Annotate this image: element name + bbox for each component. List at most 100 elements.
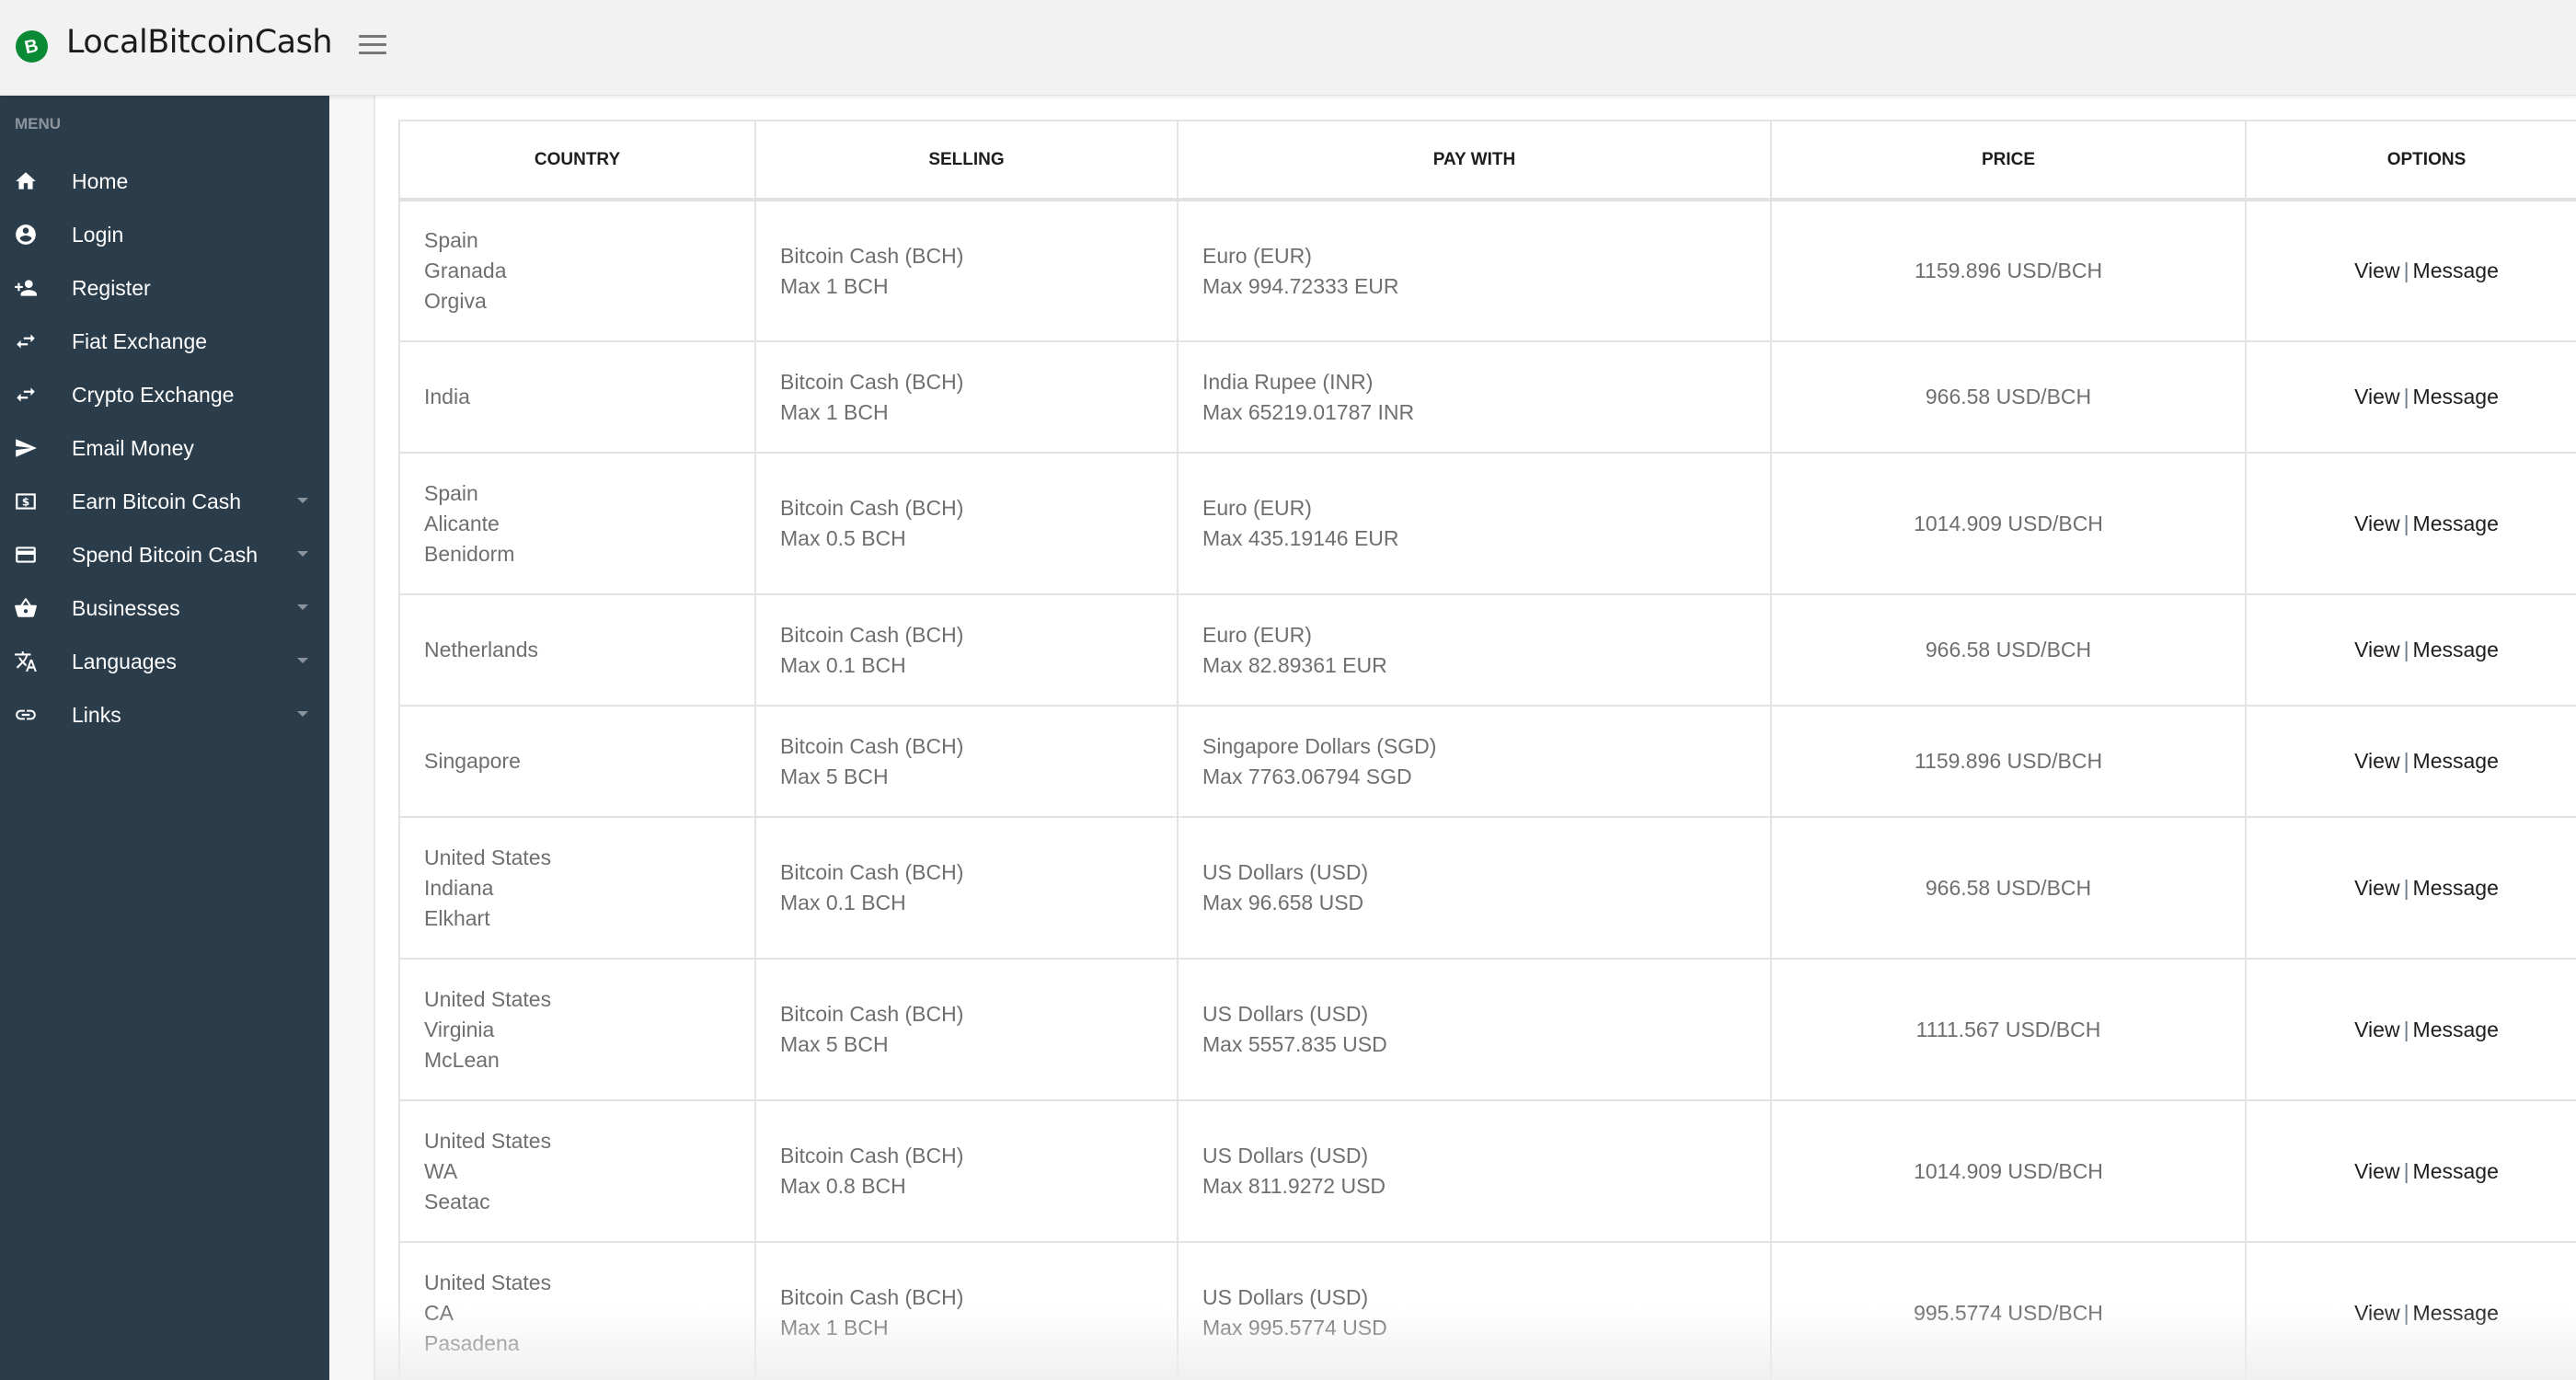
- column-header-country[interactable]: COUNTRY: [398, 120, 756, 201]
- link-separator: |: [2403, 259, 2409, 282]
- pay-with-cell: US Dollars (USD) Max 995.5774 USD: [1177, 1241, 1772, 1380]
- money-icon: $: [13, 489, 39, 513]
- country-cell-line: Pasadena: [424, 1330, 520, 1355]
- pay-with-cell-line: US Dollars (USD): [1202, 1144, 1369, 1167]
- sidebar-item-earn-bitcoin-cash[interactable]: $ Earn Bitcoin Cash: [0, 478, 329, 524]
- selling-cell-line: Bitcoin Cash (BCH): [780, 1285, 964, 1309]
- pay-with-cell: Euro (EUR) Max 435.19146 EUR: [1177, 452, 1772, 595]
- sidebar-item-email-money[interactable]: Email Money: [0, 425, 329, 471]
- country-cell: Netherlands: [398, 593, 756, 707]
- options-cell: View | Message: [2245, 1241, 2576, 1380]
- translate-icon: [13, 650, 39, 673]
- price-cell: 1159.896 USD/BCH: [1770, 705, 2247, 818]
- country-cell: United States WA Seatac: [398, 1099, 756, 1243]
- selling-cell-line: Max 1 BCH: [780, 1316, 889, 1340]
- sidebar-item-fiat-exchange[interactable]: Fiat Exchange: [0, 318, 329, 364]
- hamburger-menu-icon[interactable]: [359, 35, 386, 57]
- selling-cell: Bitcoin Cash (BCH) Max 0.1 BCH: [754, 816, 1179, 960]
- message-link[interactable]: Message: [2413, 385, 2499, 408]
- sidebar-item-home[interactable]: Home: [0, 158, 329, 204]
- view-link[interactable]: View: [2354, 638, 2399, 661]
- view-link[interactable]: View: [2354, 749, 2399, 773]
- message-link[interactable]: Message: [2413, 1301, 2499, 1325]
- sidebar-item-label: Register: [72, 276, 151, 300]
- selling-cell-line: Bitcoin Cash (BCH): [780, 733, 964, 758]
- chevron-down-icon[interactable]: [297, 658, 308, 663]
- pay-with-cell-line: Euro (EUR): [1202, 243, 1312, 268]
- pay-with-cell: US Dollars (USD) Max 5557.835 USD: [1177, 958, 1772, 1101]
- view-link[interactable]: View: [2354, 876, 2399, 900]
- chevron-down-icon[interactable]: [297, 498, 308, 503]
- view-link[interactable]: View: [2354, 512, 2399, 535]
- svg-text:$: $: [22, 495, 29, 508]
- brand-name[interactable]: LocalBitcoinCash: [66, 24, 333, 61]
- selling-cell-line: Bitcoin Cash (BCH): [780, 860, 964, 884]
- sidebar: MENU Home Login Register Fiat Exchange C…: [0, 95, 329, 1380]
- chevron-down-icon[interactable]: [297, 711, 308, 717]
- chevron-down-icon[interactable]: [297, 604, 308, 610]
- view-link[interactable]: View: [2354, 259, 2399, 282]
- send-icon: [13, 436, 39, 460]
- pay-with-cell-line: Max 5557.835 USD: [1202, 1032, 1387, 1056]
- price-cell: 1111.567 USD/BCH: [1770, 958, 2247, 1101]
- sidebar-item-businesses[interactable]: Businesses: [0, 585, 329, 631]
- message-link[interactable]: Message: [2413, 1159, 2499, 1183]
- view-link[interactable]: View: [2354, 1018, 2399, 1041]
- options-cell: View | Message: [2245, 199, 2576, 342]
- view-link[interactable]: View: [2354, 1159, 2399, 1183]
- column-header-selling[interactable]: SELLING: [754, 120, 1179, 201]
- sidebar-item-label: Earn Bitcoin Cash: [72, 489, 242, 513]
- country-cell-line: Netherlands: [424, 638, 539, 661]
- pay-with-cell-line: Max 811.9272 USD: [1202, 1174, 1386, 1198]
- bitcoin-cash-logo-icon[interactable]: B: [16, 30, 48, 63]
- pay-with-cell-line: Euro (EUR): [1202, 496, 1312, 520]
- options-cell: View | Message: [2245, 705, 2576, 818]
- sidebar-item-spend-bitcoin-cash[interactable]: Spend Bitcoin Cash: [0, 532, 329, 578]
- pay-with-cell-line: Max 65219.01787 INR: [1202, 399, 1415, 424]
- column-header-pay-with[interactable]: PAY WITH: [1177, 120, 1772, 201]
- pay-with-cell: Euro (EUR) Max 994.72333 EUR: [1177, 199, 1772, 342]
- selling-cell: Bitcoin Cash (BCH) Max 5 BCH: [754, 705, 1179, 818]
- sidebar-item-label: Crypto Exchange: [72, 383, 235, 407]
- chevron-down-icon[interactable]: [297, 551, 308, 557]
- sidebar-item-login[interactable]: Login: [0, 212, 329, 258]
- shopping-basket-icon: [13, 596, 39, 620]
- selling-cell-line: Max 1 BCH: [780, 399, 889, 424]
- country-cell-line: Benidorm: [424, 541, 515, 566]
- message-link[interactable]: Message: [2413, 749, 2499, 773]
- top-header: B LocalBitcoinCash: [0, 0, 2576, 96]
- country-cell: Spain Alicante Benidorm: [398, 452, 756, 595]
- country-cell-line: WA: [424, 1158, 458, 1183]
- view-link[interactable]: View: [2354, 1301, 2399, 1325]
- message-link[interactable]: Message: [2413, 638, 2499, 661]
- country-cell-line: Singapore: [424, 749, 521, 773]
- country-cell-line: United States: [424, 1128, 552, 1153]
- table-row: Spain Granada Orgiva Bitcoin Cash (BCH) Max …: [398, 199, 2576, 342]
- column-header-options: OPTIONS: [2245, 120, 2576, 201]
- pay-with-cell-line: Max 435.19146 EUR: [1202, 526, 1399, 550]
- message-link[interactable]: Message: [2413, 259, 2499, 282]
- price-cell: 995.5774 USD/BCH: [1770, 1241, 2247, 1380]
- sidebar-item-crypto-exchange[interactable]: Crypto Exchange: [0, 372, 329, 418]
- message-link[interactable]: Message: [2413, 1018, 2499, 1041]
- sidebar-item-links[interactable]: Links: [0, 692, 329, 738]
- pay-with-cell: Singapore Dollars (SGD) Max 7763.06794 SG…: [1177, 705, 1772, 818]
- country-cell-line: Alicante: [424, 511, 500, 535]
- selling-cell-line: Bitcoin Cash (BCH): [780, 369, 964, 394]
- pay-with-cell-line: US Dollars (USD): [1202, 1285, 1369, 1309]
- view-link[interactable]: View: [2354, 385, 2399, 408]
- sidebar-item-languages[interactable]: Languages: [0, 638, 329, 684]
- sidebar-item-register[interactable]: Register: [0, 265, 329, 311]
- selling-cell-line: Bitcoin Cash (BCH): [780, 1002, 964, 1026]
- column-header-price[interactable]: PRICE: [1770, 120, 2247, 201]
- account-circle-icon: [13, 223, 39, 247]
- message-link[interactable]: Message: [2413, 512, 2499, 535]
- pay-with-cell: India Rupee (INR) Max 65219.01787 INR: [1177, 340, 1772, 454]
- message-link[interactable]: Message: [2413, 876, 2499, 900]
- credit-card-icon: [13, 543, 39, 567]
- price-cell: 1159.896 USD/BCH: [1770, 199, 2247, 342]
- sidebar-item-label: Links: [72, 703, 121, 727]
- country-cell-line: Orgiva: [424, 289, 487, 313]
- country-cell-line: United States: [424, 845, 552, 869]
- price-cell: 1014.909 USD/BCH: [1770, 452, 2247, 595]
